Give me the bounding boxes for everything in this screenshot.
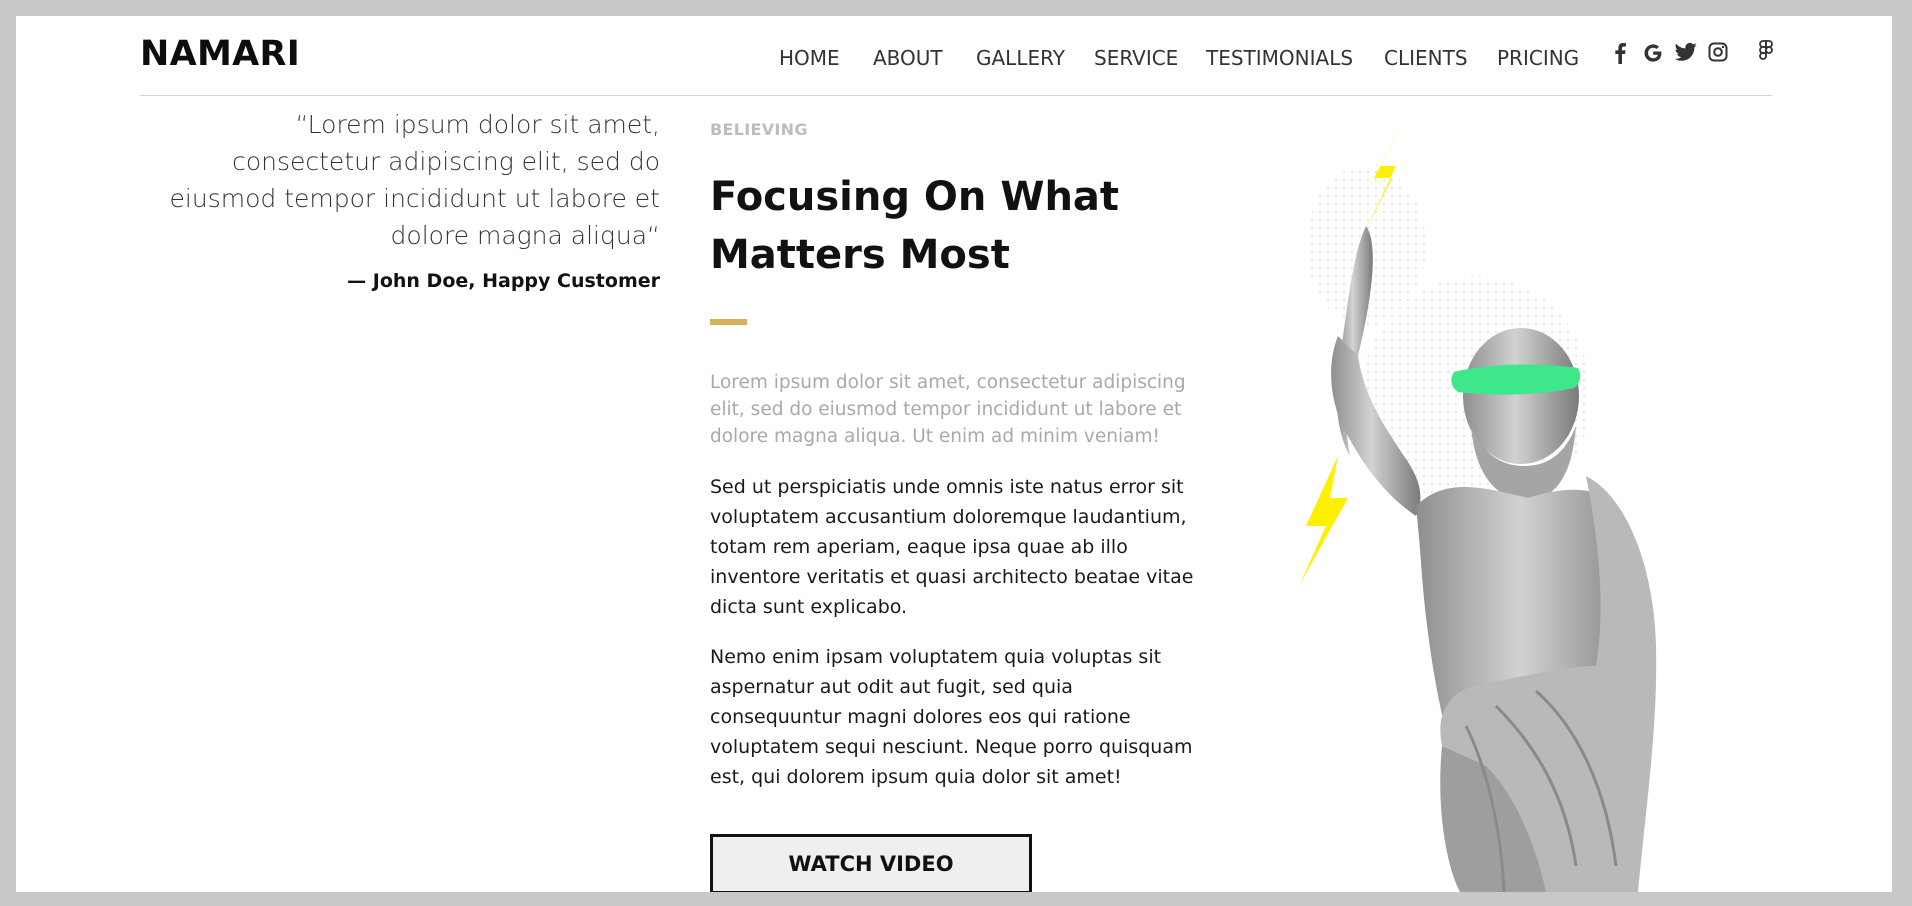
page-frame: NAMARI HOME ABOUT GALLERY SERVICE TESTIM… (16, 16, 1892, 892)
watch-video-button[interactable]: WATCH VIDEO (710, 834, 1032, 892)
eye-censor-stripe (1451, 364, 1581, 395)
testimonial-quote: “Lorem ipsum dolor sit amet, consectetur… (169, 110, 660, 250)
header-divider (140, 95, 1772, 96)
body-paragraph-2: Nemo enim ipsam voluptatem quia voluptas… (710, 646, 1193, 788)
accent-divider (710, 319, 747, 325)
lead-paragraph: Lorem ipsum dolor sit amet, consectetur … (710, 372, 1186, 447)
nav-pricing[interactable]: PRICING (1497, 46, 1579, 70)
body-paragraph-1: Sed ut perspiciatis unde omnis iste natu… (710, 476, 1194, 618)
twitter-icon[interactable] (1675, 42, 1697, 62)
nav-home[interactable]: HOME (779, 46, 840, 70)
nav-gallery[interactable]: GALLERY (976, 46, 1065, 70)
statue-illustration (1300, 118, 1657, 892)
nav-service[interactable]: SERVICE (1094, 46, 1178, 70)
testimonial-author: — John Doe, Happy Customer (347, 270, 660, 292)
instagram-icon[interactable] (1708, 42, 1728, 62)
nav-clients[interactable]: CLIENTS (1384, 46, 1468, 70)
lightning-bolt-lower (1300, 456, 1348, 584)
figma-icon[interactable] (1759, 40, 1773, 62)
google-icon[interactable] (1642, 42, 1664, 64)
site-logo[interactable]: NAMARI (140, 34, 300, 74)
nav-testimonials[interactable]: TESTIMONIALS (1206, 46, 1353, 70)
facebook-icon[interactable] (1614, 42, 1626, 64)
nav-about[interactable]: ABOUT (873, 46, 943, 70)
section-eyebrow: BELIEVING (710, 120, 808, 139)
section-title: Focusing On What Matters Most (710, 174, 1120, 278)
